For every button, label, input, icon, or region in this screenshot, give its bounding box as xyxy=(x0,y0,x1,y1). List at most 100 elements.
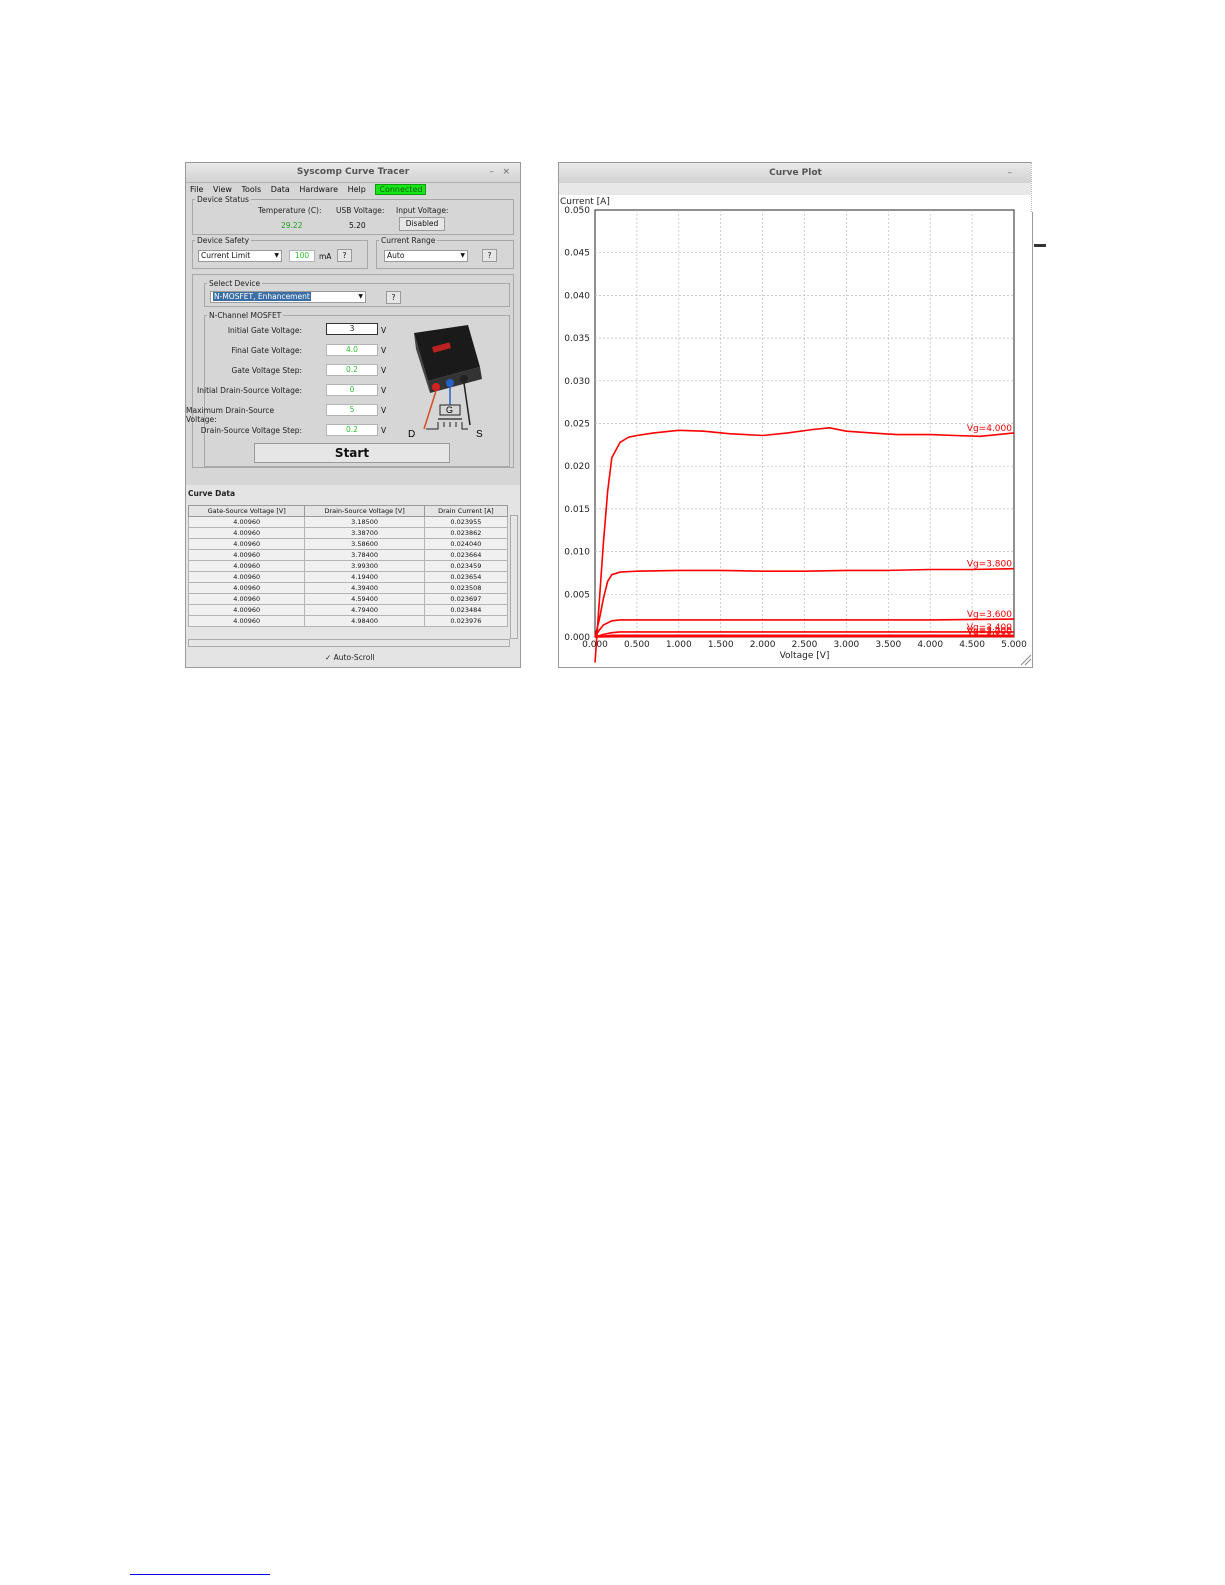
menu-tools[interactable]: Tools xyxy=(241,185,261,194)
table-cell: 4.98400 xyxy=(304,615,425,627)
table-cell: 4.00960 xyxy=(187,538,306,550)
table-cell: 4.00960 xyxy=(187,582,306,594)
table-cell: 0.023697 xyxy=(423,593,509,605)
initial-gate-voltage-unit: V xyxy=(381,326,387,335)
table-row[interactable]: 4.00960 3.18500 0.023955 xyxy=(187,516,509,528)
source-wire xyxy=(463,382,471,426)
table-cell: 0.023459 xyxy=(423,560,509,572)
curve-tracer-window: Syscomp Curve Tracer – × File View Tools… xyxy=(185,162,521,668)
table-row[interactable]: 4.00960 4.39400 0.023508 xyxy=(187,582,509,594)
current-range-help-button[interactable]: ? xyxy=(482,249,497,262)
final-gate-voltage-unit: V xyxy=(381,346,387,355)
table-cell: 0.023654 xyxy=(423,571,509,583)
column-header-drain-current[interactable]: Drain Current [A] xyxy=(423,505,509,517)
initial-drain-source-voltage-input[interactable]: 0 xyxy=(326,384,378,396)
device-safety-help-button[interactable]: ? xyxy=(337,249,352,262)
background-window-edge xyxy=(1031,162,1045,212)
select-device-help-button[interactable]: ? xyxy=(386,291,401,304)
column-header-gate-source-voltage[interactable]: Gate-Source Voltage [V] xyxy=(187,505,306,517)
x-axis-label: Voltage [V] xyxy=(780,651,830,661)
drain-source-voltage-step-label: Drain-Source Voltage Step: xyxy=(200,426,302,435)
max-drain-source-voltage-unit: V xyxy=(381,406,387,415)
minimize-button[interactable]: – xyxy=(490,163,495,182)
table-cell: 0.023508 xyxy=(423,582,509,594)
current-range-select[interactable]: Auto ▼ xyxy=(384,250,468,262)
table-cell: 4.00960 xyxy=(187,571,306,583)
max-drain-source-voltage-label: Maximum Drain-Source Voltage: xyxy=(186,406,275,424)
curve-plot-window: Curve Plot – 0.000 0.500 1.000 1.500 2.000 2.… xyxy=(558,162,1033,668)
plot-title: Curve Plot xyxy=(769,168,822,178)
table-row[interactable]: 4.00960 3.58600 0.024040 xyxy=(187,538,509,550)
series-label: Vg=3.800 xyxy=(967,560,1012,570)
drain-pin-label: D xyxy=(408,429,415,439)
background-window-bar xyxy=(1034,244,1046,247)
table-cell: 3.38700 xyxy=(304,527,425,539)
resize-grip-icon xyxy=(1020,654,1032,666)
start-button[interactable]: Start xyxy=(254,443,450,463)
table-row[interactable]: 4.00960 4.59400 0.023697 xyxy=(187,593,509,605)
current-range-legend: Current Range xyxy=(381,236,436,245)
y-tick-label: 0.030 xyxy=(564,377,590,387)
device-type-value: N-MOSFET, Enhancement xyxy=(213,292,311,301)
table-cell: 4.00960 xyxy=(187,560,306,572)
gate-voltage-step-label: Gate Voltage Step: xyxy=(231,366,302,375)
y-tick-label: 0.010 xyxy=(564,548,590,558)
current-limit-select[interactable]: Current Limit ▼ xyxy=(198,250,282,262)
table-cell: 3.58600 xyxy=(304,538,425,550)
max-drain-source-voltage-input[interactable]: 5 xyxy=(326,404,378,416)
menu-data[interactable]: Data xyxy=(271,185,290,194)
table-cell: 4.00960 xyxy=(187,593,306,605)
y-tick-label: 0.045 xyxy=(564,249,590,259)
input-voltage-label: Input Voltage: xyxy=(396,206,449,215)
table-cell: 4.00960 xyxy=(187,516,306,528)
x-tick-label: 3.500 xyxy=(875,640,901,650)
close-button[interactable]: × xyxy=(502,163,510,182)
menu-view[interactable]: View xyxy=(213,185,232,194)
usb-voltage-value: 5.20 xyxy=(349,221,366,230)
menu-file[interactable]: File xyxy=(190,185,203,194)
table-cell: 4.59400 xyxy=(304,593,425,605)
footer-link-underline xyxy=(130,1574,270,1575)
current-limit-input[interactable]: 100 xyxy=(289,250,315,262)
column-header-drain-source-voltage[interactable]: Drain-Source Voltage [V] xyxy=(304,505,425,517)
plot-toolbar-strip xyxy=(559,183,1032,195)
drain-source-voltage-step-input[interactable]: 0.2 xyxy=(326,424,378,436)
table-row[interactable]: 4.00960 4.98400 0.023976 xyxy=(187,615,509,627)
initial-gate-voltage-input[interactable]: 3 xyxy=(326,323,378,335)
device-type-select[interactable]: N-MOSFET, Enhancement ▼ xyxy=(210,291,366,303)
plot-minimize-button[interactable]: – xyxy=(1008,163,1013,183)
table-cell: 0.023664 xyxy=(423,549,509,561)
y-tick-label: 0.000 xyxy=(564,633,590,643)
y-tick-label: 0.050 xyxy=(564,206,590,216)
table-row[interactable]: 4.00960 3.99300 0.023459 xyxy=(187,560,509,572)
initial-drain-source-voltage-label: Initial Drain-Source Voltage: xyxy=(197,386,302,395)
table-row[interactable]: 4.00960 4.79400 0.023484 xyxy=(187,604,509,616)
table-row[interactable]: 4.00960 4.19400 0.023654 xyxy=(187,571,509,583)
table-cell: 4.39400 xyxy=(304,582,425,594)
table-row[interactable]: 4.00960 3.78400 0.023664 xyxy=(187,549,509,561)
y-tick-label: 0.035 xyxy=(564,334,590,344)
initial-drain-source-voltage-unit: V xyxy=(381,386,387,395)
source-pin-label: S xyxy=(476,429,483,439)
input-voltage-button[interactable]: Disabled xyxy=(399,217,445,231)
menu-hardware[interactable]: Hardware xyxy=(299,185,338,194)
auto-scroll-checkbox[interactable]: ✓ Auto-Scroll xyxy=(325,653,375,662)
black-terminal-icon xyxy=(460,375,468,383)
table-vertical-scrollbar[interactable] xyxy=(510,515,518,639)
table-cell: 3.99300 xyxy=(304,560,425,572)
table-cell: 0.023976 xyxy=(423,615,509,627)
table-horizontal-scrollbar[interactable] xyxy=(188,639,510,647)
plot-titlebar: Curve Plot – xyxy=(559,163,1032,184)
y-axis-label: Current [A] xyxy=(560,197,610,207)
table-row[interactable]: 4.00960 3.38700 0.023862 xyxy=(187,527,509,539)
menu-help[interactable]: Help xyxy=(348,185,366,194)
x-tick-label: 3.000 xyxy=(834,640,860,650)
y-tick-label: 0.020 xyxy=(564,462,590,472)
gate-voltage-step-input[interactable]: 0.2 xyxy=(326,364,378,376)
temperature-label: Temperature (C): xyxy=(258,206,322,215)
red-terminal-icon xyxy=(432,383,440,391)
curve-plot-chart: 0.000 0.500 1.000 1.500 2.000 2.500 3.000 3.500… xyxy=(560,197,1032,666)
table-cell: 4.19400 xyxy=(304,571,425,583)
y-tick-label: 0.025 xyxy=(564,420,590,430)
final-gate-voltage-input[interactable]: 4.0 xyxy=(326,344,378,356)
